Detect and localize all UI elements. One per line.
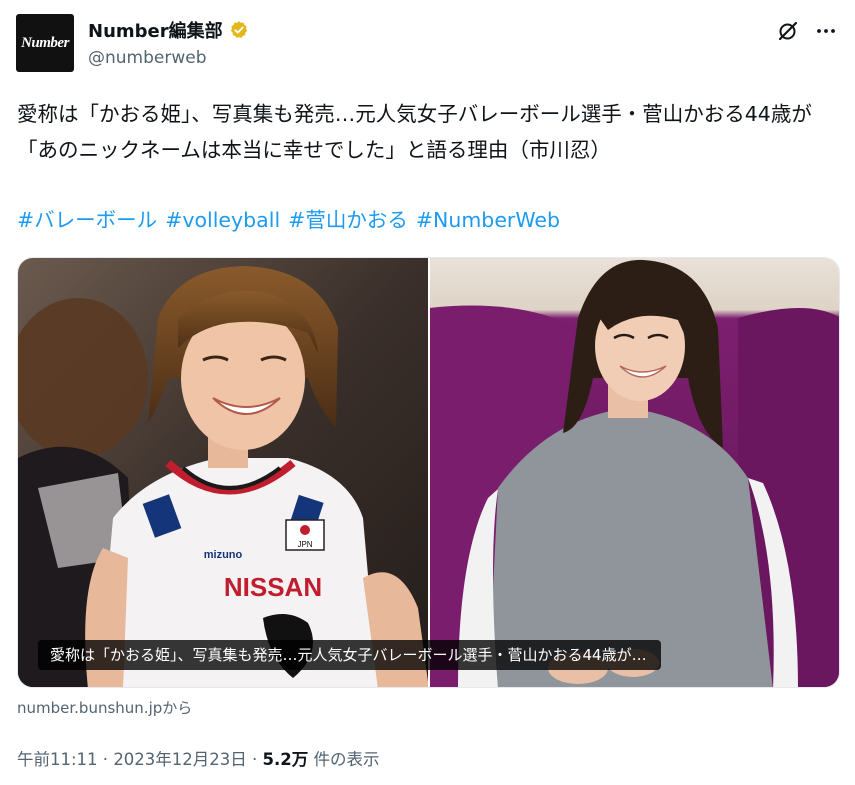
hashtag-list: #バレーボール #volleyball #菅山かおる #NumberWeb [17,203,568,233]
author-display-name[interactable]: Number編集部 [88,17,249,43]
display-name-text: Number編集部 [88,21,223,42]
card-image: JPN mizuno NISSAN [18,258,839,687]
tweet-meta: 午前11:11 · 2023年12月23日 · 5.2万 件の表示 [17,746,380,770]
link-card[interactable]: JPN mizuno NISSAN 愛称は「かおる姫」、写真集も発売…元人気女子… [17,257,840,688]
jersey-badge-text: JPN [297,540,312,549]
tweet-time[interactable]: 午前11:11 [17,750,98,769]
grok-icon[interactable] [775,18,801,44]
hashtag-link[interactable]: #volleyball [165,208,280,232]
card-caption: 愛称は「かおる姫」、写真集も発売…元人気女子バレーボール選手・菅山かおる44歳が… [38,640,661,670]
left-photo: JPN mizuno NISSAN [18,258,429,687]
view-count: 5.2万 [262,750,309,769]
hashtag-link[interactable]: #バレーボール [17,208,157,232]
jersey-brand-text: mizuno [204,549,243,561]
card-source-link[interactable]: number.bunshun.jpから [17,697,192,718]
meta-separator: · [246,750,263,769]
verified-badge-icon [230,21,247,38]
jersey-sponsor-text: NISSAN [224,572,322,602]
author-avatar[interactable]: Number [16,14,74,72]
hashtag-link[interactable]: #NumberWeb [416,208,560,232]
avatar-logo-text: Number [21,34,69,51]
view-count-label: 件の表示 [308,750,380,769]
more-icon[interactable] [813,18,839,44]
tweet-text: 愛称は「かおる姫」、写真集も発売…元人気女子バレーボール選手・菅山かおる44歳が… [17,102,812,162]
tweet-date[interactable]: 2023年12月23日 [113,750,246,769]
right-photo [429,258,839,687]
hashtag-link[interactable]: #菅山かおる [288,208,408,232]
meta-separator: · [97,750,114,769]
author-handle[interactable]: @numberweb [88,48,207,68]
